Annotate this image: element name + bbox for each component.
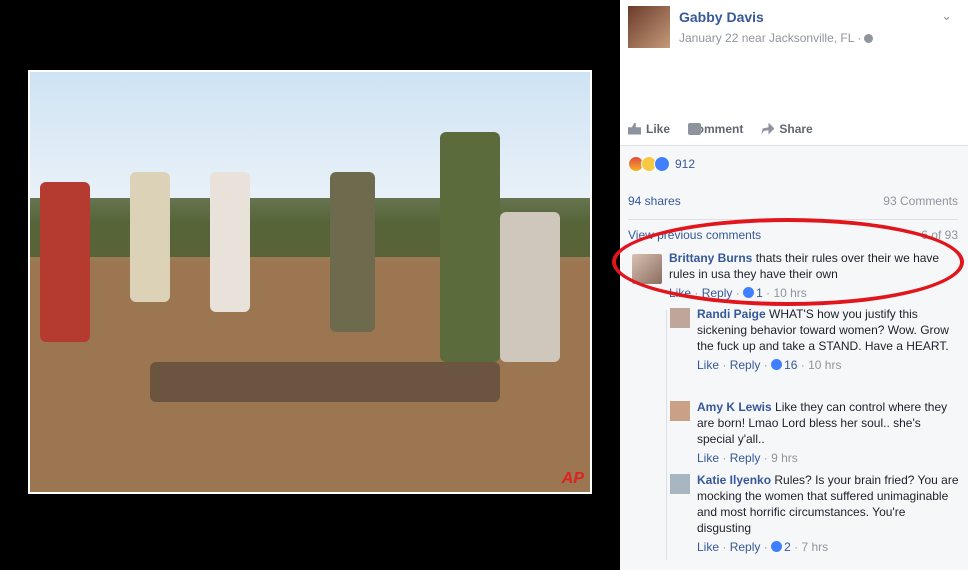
comment-time[interactable]: 7 hrs [801, 540, 828, 554]
comment-reply-button[interactable]: Reply [730, 358, 761, 372]
comment-body: Amy K Lewis Like they can control where … [697, 399, 959, 466]
photo-figure [210, 172, 250, 312]
comment-actions: Like · Reply · 1 · 10 hrs [669, 286, 807, 300]
comment-like-button[interactable]: Like [697, 451, 719, 465]
avatar[interactable] [670, 401, 690, 421]
comment-actions: Like · Reply · 16 · 10 hrs [697, 358, 842, 372]
comment-reply-button[interactable]: Reply [730, 540, 761, 554]
photo-figure [500, 212, 560, 362]
share-icon [761, 122, 775, 135]
photo-image: AP [30, 72, 590, 492]
comments-area: 912 94 shares 93 Comments View previous … [620, 146, 968, 570]
commenter-name[interactable]: Randi Paige [697, 307, 766, 321]
like-reaction-icon [654, 156, 670, 172]
like-icon [743, 287, 755, 298]
comment-page-count: 6 of 93 [921, 228, 958, 242]
post-meta: January 22 near Jacksonville, FL · [679, 31, 874, 45]
share-label: Share [779, 121, 813, 136]
comment-like-count[interactable]: 16 [784, 358, 797, 372]
comment-actions: Like · Reply · 9 hrs [697, 451, 798, 465]
share-button[interactable]: Share [761, 121, 813, 136]
post-header: Gabby Davis January 22 near Jacksonville… [620, 0, 968, 112]
comment-like-count[interactable]: 1 [756, 286, 763, 300]
thumbs-up-icon [628, 122, 641, 135]
comment-body: Katie Ilyenko Rules? Is your brain fried… [697, 472, 959, 555]
photo-figure [150, 362, 500, 402]
comment-like-count[interactable]: 2 [784, 540, 791, 554]
reply-thread-line [666, 310, 670, 560]
reaction-count[interactable]: 912 [675, 157, 695, 171]
divider [628, 219, 958, 220]
comment-body: Randi Paige WHAT'S how you justify this … [697, 306, 959, 373]
comment-like-button[interactable]: Like [697, 358, 719, 372]
avatar[interactable] [670, 474, 690, 494]
shares-link[interactable]: 94 shares [628, 194, 681, 208]
chevron-down-icon[interactable]: ⌄ [941, 8, 952, 24]
like-button[interactable]: Like [628, 122, 670, 136]
post-actions: Like Comment Share [620, 112, 968, 146]
photo-figure [330, 172, 375, 332]
comment-time[interactable]: 9 hrs [771, 451, 798, 465]
photo-figure [40, 182, 90, 342]
author-name[interactable]: Gabby Davis [679, 9, 764, 25]
ap-watermark: AP [561, 470, 584, 487]
like-label: Like [646, 121, 671, 136]
like-icon [771, 359, 783, 370]
comment-like-button[interactable]: Like [669, 286, 691, 300]
post-stats: 94 shares 93 Comments [628, 194, 958, 208]
comment-body: Brittany Burns thats their rules over th… [669, 250, 955, 301]
commenter-name[interactable]: Amy K Lewis [697, 400, 772, 414]
comment-time[interactable]: 10 hrs [808, 358, 841, 372]
comment-like-button[interactable]: Like [697, 540, 719, 554]
view-previous-comments[interactable]: View previous comments [628, 228, 761, 242]
post-photo[interactable]: AP [28, 70, 592, 494]
globe-icon [864, 34, 874, 43]
like-icon [771, 541, 783, 552]
post-meta-text[interactable]: January 22 near Jacksonville, FL · [679, 31, 861, 45]
reactions-summary[interactable]: 912 [628, 156, 695, 172]
photo-figure [440, 132, 500, 362]
comment-actions: Like · Reply · 2 · 7 hrs [697, 540, 829, 554]
commenter-name[interactable]: Brittany Burns [669, 251, 752, 265]
comment-reply-button[interactable]: Reply [730, 451, 761, 465]
avatar[interactable] [632, 254, 662, 284]
comment-icon [688, 122, 702, 135]
avatar[interactable] [670, 308, 690, 328]
post-panel: Gabby Davis January 22 near Jacksonville… [620, 0, 968, 570]
author-avatar[interactable] [628, 6, 670, 48]
comment-button[interactable]: Comment [688, 122, 743, 136]
comment-reply-button[interactable]: Reply [702, 286, 733, 300]
commenter-name[interactable]: Katie Ilyenko [697, 473, 771, 487]
comments-count[interactable]: 93 Comments [883, 194, 958, 208]
photo-figure [130, 172, 170, 302]
comment-time[interactable]: 10 hrs [773, 286, 806, 300]
